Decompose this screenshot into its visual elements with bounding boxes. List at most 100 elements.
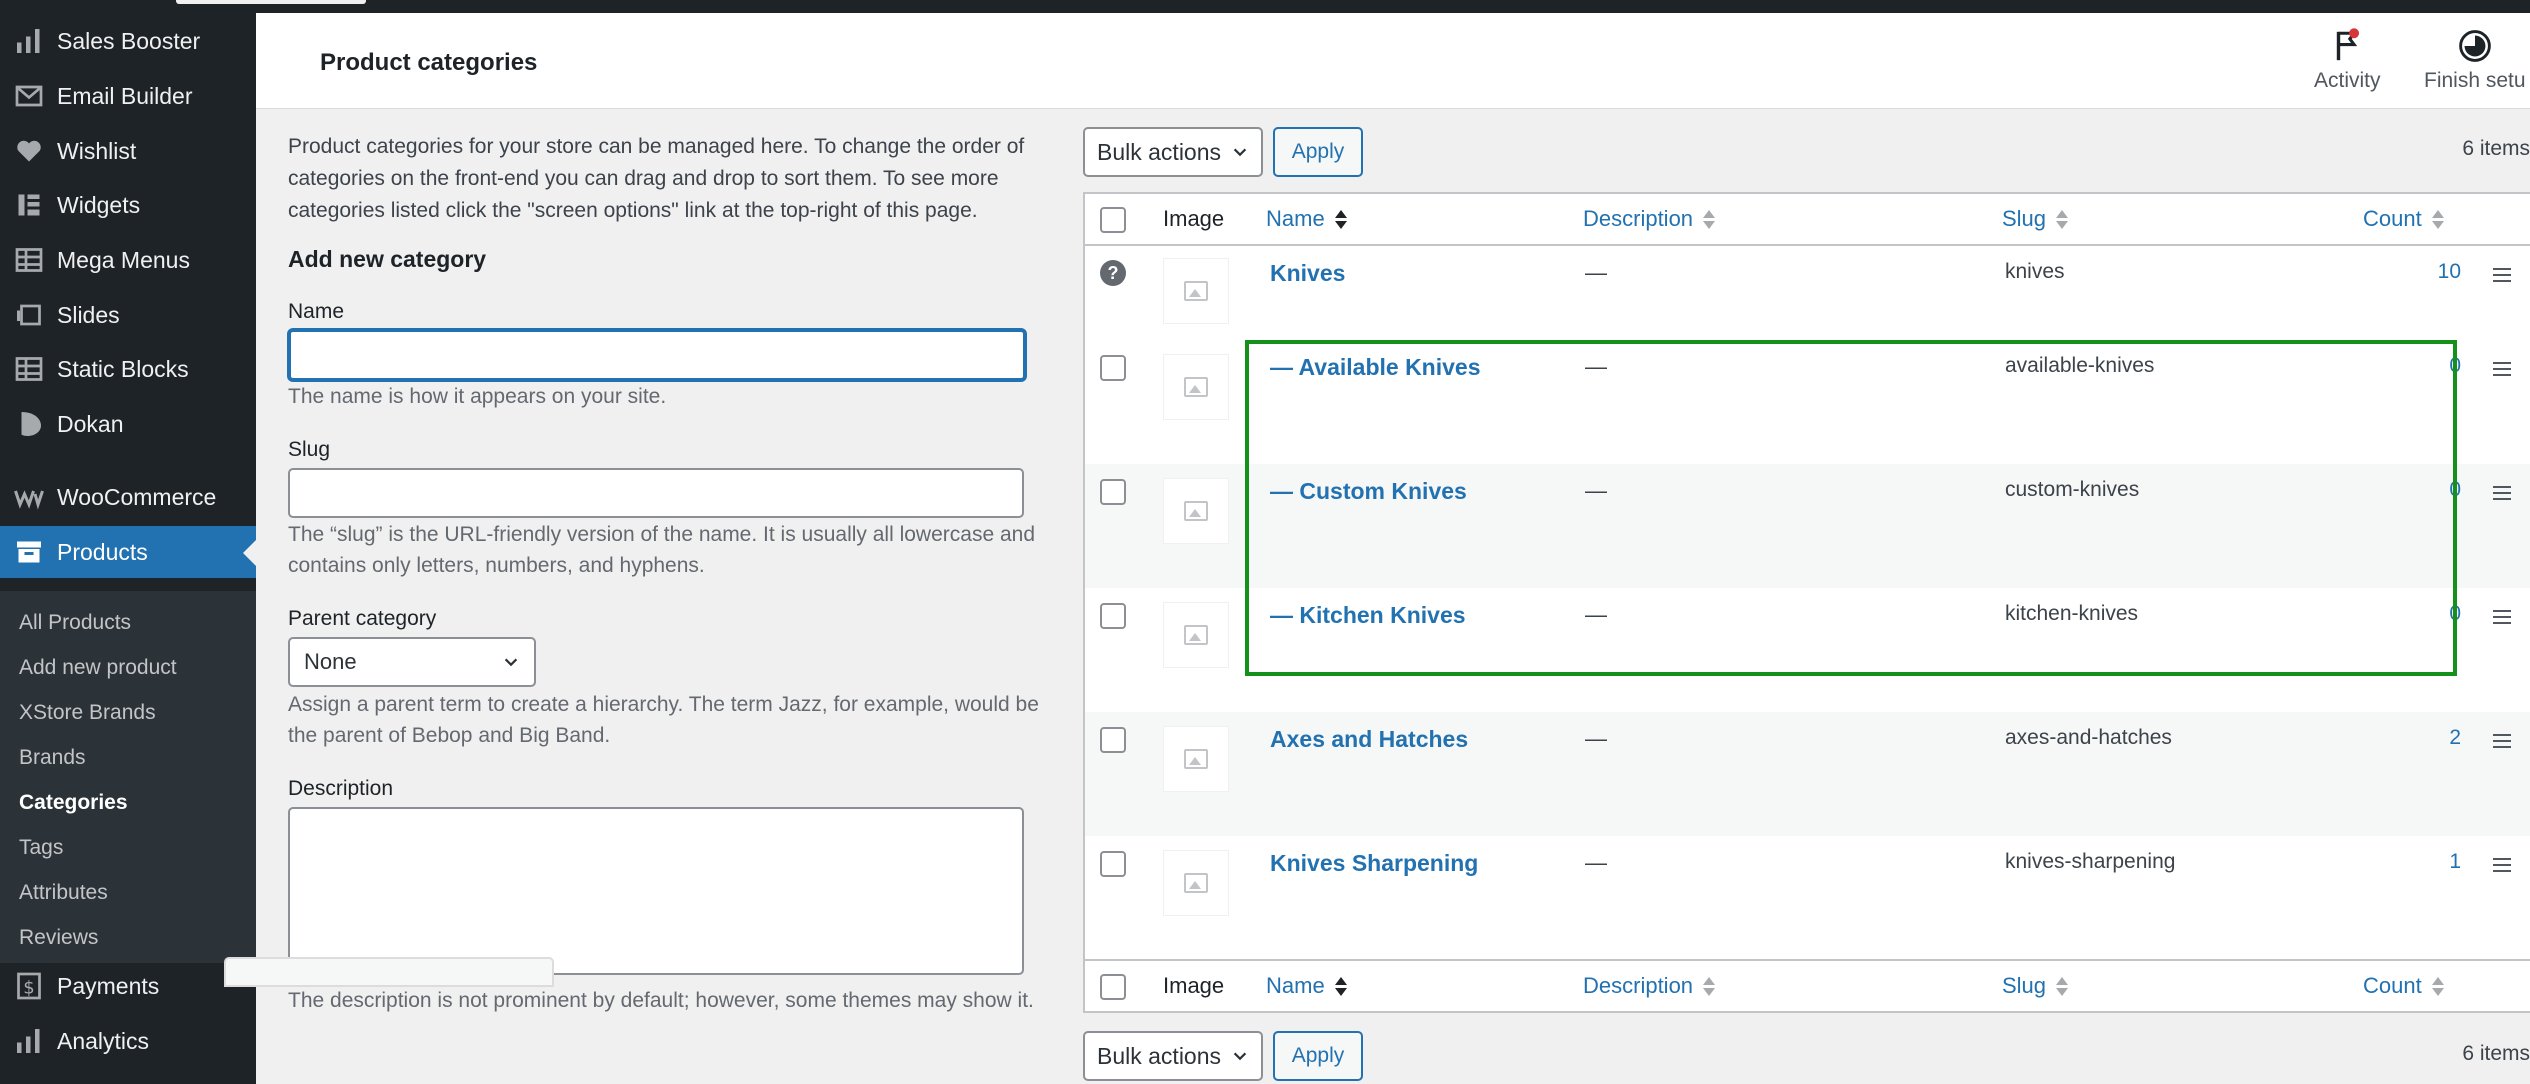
table-row[interactable]: Knives Sharpening — knives-sharpening 1 xyxy=(1085,836,2530,960)
sidebar-item-widgets[interactable]: Widgets xyxy=(0,179,256,231)
category-slug: axes-and-hatches xyxy=(2005,726,2172,749)
category-count-link[interactable]: 2 xyxy=(2401,726,2461,750)
column-description[interactable]: Description xyxy=(1583,973,1716,999)
column-description-label: Description xyxy=(1583,973,1694,998)
drag-handle-icon[interactable] xyxy=(2493,858,2511,876)
column-description-label: Description xyxy=(1583,206,1694,231)
category-slug: knives-sharpening xyxy=(2005,850,2176,873)
image-placeholder-icon xyxy=(1184,501,1208,521)
row-checkbox[interactable] xyxy=(1100,851,1126,877)
sort-indicator-icon xyxy=(2431,976,2444,996)
submenu-attributes[interactable]: Attributes xyxy=(19,881,108,905)
image-placeholder-icon xyxy=(1184,749,1208,769)
column-name[interactable]: Name xyxy=(1266,973,1347,999)
select-all-checkbox[interactable] xyxy=(1100,207,1126,233)
column-slug[interactable]: Slug xyxy=(2002,206,2069,232)
drag-handle-icon[interactable] xyxy=(2493,734,2511,752)
category-name-link[interactable]: Knives Sharpening xyxy=(1270,850,1478,877)
row-checkbox[interactable] xyxy=(1100,727,1126,753)
slug-help: The “slug” is the URL-friendly version o… xyxy=(288,523,1035,577)
sidebar-item-label: Products xyxy=(57,538,148,565)
sidebar-item-payments[interactable]: $ Payments xyxy=(0,960,256,1012)
column-count[interactable]: Count xyxy=(2363,973,2444,999)
sidebar-item-wishlist[interactable]: Wishlist xyxy=(0,125,256,177)
category-description: — xyxy=(1585,726,1607,751)
sidebar-item-woocommerce[interactable]: WooCommerce xyxy=(0,471,256,523)
sidebar-item-label: Mega Menus xyxy=(57,246,190,273)
drag-handle-icon[interactable] xyxy=(2493,610,2511,628)
sidebar-item-label: Payments xyxy=(57,972,160,999)
select-all-checkbox-footer[interactable] xyxy=(1100,974,1126,1000)
category-name-link[interactable]: Axes and Hatches xyxy=(1270,726,1468,753)
display-type-select[interactable] xyxy=(224,957,554,987)
sidebar-item-products[interactable]: Products xyxy=(0,526,256,578)
submenu-all-products[interactable]: All Products xyxy=(19,611,131,635)
current-menu-arrow xyxy=(243,540,256,566)
image-placeholder-icon xyxy=(1184,873,1208,893)
name-help: The name is how it appears on your site. xyxy=(288,385,667,408)
apply-button[interactable]: Apply xyxy=(1273,127,1363,177)
tablenav-top: Bulk actions Apply xyxy=(1083,127,1363,177)
bar-chart-icon xyxy=(0,1026,57,1056)
submenu-add-new-product[interactable]: Add new product xyxy=(19,656,177,680)
parent-category-value: None xyxy=(304,649,357,674)
column-count[interactable]: Count xyxy=(2363,206,2444,232)
description-textarea[interactable] xyxy=(288,807,1024,975)
apply-button[interactable]: Apply xyxy=(1273,1031,1363,1081)
name-label: Name xyxy=(288,300,345,323)
grid-icon xyxy=(0,354,57,384)
drag-handle-icon[interactable] xyxy=(2493,268,2511,286)
category-description: — xyxy=(1585,260,1607,285)
chevron-down-icon xyxy=(1233,1052,1247,1061)
sidebar-item-dokan[interactable]: Dokan xyxy=(0,398,256,450)
progress-circle-icon xyxy=(2458,30,2491,62)
submenu-categories[interactable]: Categories xyxy=(19,791,128,815)
activity-button[interactable]: Activity xyxy=(2314,27,2381,93)
category-count-link[interactable]: 1 xyxy=(2401,850,2461,874)
intro-text: Product categories for your store can be… xyxy=(288,135,1025,222)
sidebar-item-label: Email Builder xyxy=(57,82,193,109)
bulk-actions-label: Bulk actions xyxy=(1097,138,1222,165)
woo-icon xyxy=(0,482,57,512)
parent-category-select[interactable]: None xyxy=(288,637,536,687)
column-image: Image xyxy=(1163,973,1225,998)
dollar-icon: $ xyxy=(0,971,57,1001)
table-row[interactable]: Axes and Hatches — axes-and-hatches 2 xyxy=(1085,712,2530,836)
column-name[interactable]: Name xyxy=(1266,206,1347,232)
sidebar-item-analytics[interactable]: Analytics xyxy=(0,1015,256,1067)
sidebar-item-slides[interactable]: Slides xyxy=(0,289,256,341)
submenu-reviews[interactable]: Reviews xyxy=(19,926,98,950)
submenu-brands[interactable]: Brands xyxy=(19,746,86,770)
finish-setup-button[interactable]: Finish setu xyxy=(2424,27,2526,93)
slug-input[interactable] xyxy=(288,468,1024,518)
help-question-icon[interactable]: ? xyxy=(1100,260,1126,286)
drag-handle-icon[interactable] xyxy=(2493,486,2511,504)
row-checkbox[interactable] xyxy=(1100,479,1126,505)
grid-icon xyxy=(0,245,57,275)
submenu-xstore-brands[interactable]: XStore Brands xyxy=(19,701,156,725)
sidebar-item-label: Wishlist xyxy=(57,137,137,164)
submenu-tags[interactable]: Tags xyxy=(19,836,63,860)
sidebar-item-email-builder[interactable]: Email Builder xyxy=(0,70,256,122)
name-input[interactable] xyxy=(288,329,1026,381)
sort-indicator-icon xyxy=(2431,209,2444,229)
column-slug[interactable]: Slug xyxy=(2002,973,2069,999)
bulk-actions-select[interactable]: Bulk actions xyxy=(1083,127,1263,177)
sidebar-item-sales-booster[interactable]: Sales Booster xyxy=(0,15,256,67)
sidebar-item-static-blocks[interactable]: Static Blocks xyxy=(0,343,256,395)
sort-indicator-icon xyxy=(1703,209,1716,229)
column-slug-label: Slug xyxy=(2002,973,2047,998)
category-thumbnail xyxy=(1163,850,1229,916)
category-name-link[interactable]: Knives xyxy=(1270,260,1345,287)
category-count-link[interactable]: 10 xyxy=(2401,260,2461,284)
column-description[interactable]: Description xyxy=(1583,206,1716,232)
subcategory-highlight-box xyxy=(1245,340,2457,676)
row-checkbox[interactable] xyxy=(1100,355,1126,381)
row-checkbox[interactable] xyxy=(1100,603,1126,629)
description-help: The description is not prominent by defa… xyxy=(288,989,1034,1012)
bulk-actions-select[interactable]: Bulk actions xyxy=(1083,1031,1263,1081)
admin-bar xyxy=(0,0,2530,13)
sidebar-item-mega-menus[interactable]: Mega Menus xyxy=(0,234,256,286)
admin-bar-search[interactable] xyxy=(176,0,366,4)
drag-handle-icon[interactable] xyxy=(2493,362,2511,380)
